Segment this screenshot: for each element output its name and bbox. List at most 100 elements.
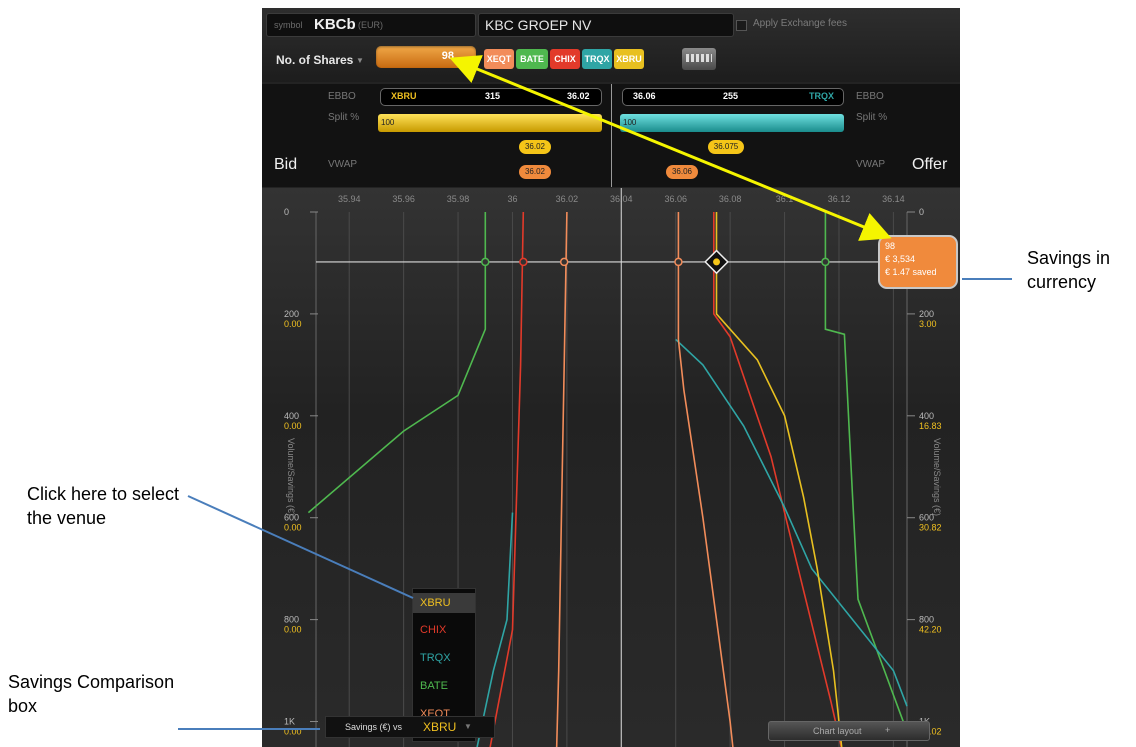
ebbo-bid-size: 315 <box>485 91 501 101</box>
ebbo-label-offer: EBBO <box>856 91 884 102</box>
marker-center-dot <box>713 258 721 266</box>
symbol-value: KBCb <box>314 16 356 33</box>
tooltip-saved: € 1.47 saved <box>885 267 937 277</box>
bid-label: Bid <box>274 156 298 173</box>
chart-layout-button[interactable]: Chart layout + <box>768 721 930 741</box>
chart-canvas[interactable]: 35.94 35.96 35.98 36 36.02 36.04 36.06 36.08 36.… <box>262 188 960 747</box>
symbol-field[interactable]: symbol KBCb (EUR) <box>266 13 476 37</box>
annotation-line: Click here to select <box>27 484 180 504</box>
symbol-label: symbol <box>274 20 303 30</box>
vwap-label-bid: VWAP <box>328 159 358 170</box>
x-tick-label: 35.96 <box>392 194 415 204</box>
ebbo-bid-price: 36.02 <box>567 91 590 101</box>
series-line-bate <box>307 212 487 514</box>
marker-dot <box>674 257 683 267</box>
venue-toggle-bate[interactable]: BATE <box>516 49 548 69</box>
quantity-mode-select[interactable]: No. of Shares <box>276 53 353 67</box>
series-line-xeqt <box>677 212 734 747</box>
savings-venue-select[interactable]: XBRU <box>423 720 456 734</box>
y-saving-left: 0.00 <box>284 625 302 635</box>
quote-panel: Bid Offer EBBO Split % VWAP EBBO Split %… <box>262 84 960 187</box>
x-tick-label: 36.08 <box>719 194 742 204</box>
annotation-savings-currency: Savings in currency <box>1027 246 1110 294</box>
vwap-bid-pill-xbru: 36.02 <box>519 140 551 154</box>
tooltip-shares: 98 <box>885 241 895 251</box>
mid-divider <box>611 84 612 187</box>
ebbo-label-bid: EBBO <box>328 91 356 102</box>
company-name-field: KBC GROEP NV <box>478 13 734 37</box>
y-tick-label-left: 400 <box>284 411 299 421</box>
y-saving-left: 0.00 <box>284 523 302 533</box>
series-line-chix <box>713 212 843 747</box>
venue-toggle-xbru[interactable]: XBRU <box>614 49 644 69</box>
chart-layout-label: Chart layout <box>813 726 862 736</box>
volume-price-chart[interactable]: 35.94 35.96 35.98 36 36.02 36.04 36.06 36.08 36.… <box>262 188 960 747</box>
split-label-bid: Split % <box>328 112 360 123</box>
venue-toggle-chix[interactable]: CHIX <box>550 49 580 69</box>
venue-toggle-xeqt[interactable]: XEQT <box>484 49 514 69</box>
apply-fees-label: Apply Exchange fees <box>753 18 847 29</box>
savings-comparison-box[interactable]: Savings (€) vs XBRU ▼ <box>325 716 495 738</box>
offer-split-bar: 100 <box>620 114 844 132</box>
marker-dot <box>559 257 569 267</box>
venue-option-bate[interactable]: BATE <box>420 680 448 692</box>
tooltip-amount: € 3,534 <box>885 254 915 264</box>
series-line-xeqt <box>555 211 568 747</box>
x-tick-label: 36.06 <box>664 194 687 204</box>
series-line-chix <box>489 211 525 747</box>
y-saving-left: 0.00 <box>284 421 302 431</box>
bid-split-value: 100 <box>381 118 395 127</box>
marker-dot <box>519 257 528 267</box>
annotation-line: currency <box>1027 272 1097 292</box>
split-label-offer: Split % <box>856 112 888 123</box>
ebbo-bid-box: XBRU 315 36.02 <box>380 88 602 106</box>
x-tick-label: 36 <box>507 194 517 204</box>
y-saving-right: 16.83 <box>919 421 942 431</box>
plus-icon: + <box>885 725 891 735</box>
y-tick-label-left: 800 <box>284 615 299 625</box>
y-tick-label-left: 200 <box>284 309 299 319</box>
offer-split-value: 100 <box>623 118 637 127</box>
vwap-label-offer: VWAP <box>856 159 886 170</box>
shares-input[interactable]: 98 <box>376 46 476 68</box>
ebbo-offer-price: 36.06 <box>633 91 656 101</box>
x-tick-label: 35.98 <box>447 194 470 204</box>
series-line-bate <box>824 212 908 732</box>
y-saving-left: 0.00 <box>284 319 302 329</box>
x-tick-label: 36.14 <box>882 194 905 204</box>
venue-option-chix[interactable]: CHIX <box>420 624 446 636</box>
x-tick-label: 35.94 <box>338 194 361 204</box>
marker-dot <box>821 257 830 267</box>
marker-dot <box>481 257 490 267</box>
annotation-line: Savings Comparison <box>8 672 175 692</box>
y-axis-title-right: Volume/Savings (€) <box>932 438 942 516</box>
venue-option-xbru[interactable]: XBRU <box>413 593 475 613</box>
bid-split-bar: 100 <box>378 114 602 132</box>
venue-toggle-trqx[interactable]: TRQX <box>582 49 612 69</box>
chevron-down-icon[interactable]: ▼ <box>356 56 364 65</box>
y-tick-label-right: 200 <box>919 309 934 319</box>
y-saving-right: 42.20 <box>919 625 942 635</box>
company-name: KBC GROEP NV <box>485 17 592 33</box>
x-tick-label: 36.02 <box>556 194 579 204</box>
ebbo-bid-venue: XBRU <box>391 91 417 101</box>
offer-label: Offer <box>912 156 948 173</box>
toolbar: symbol KBCb (EUR) KBC GROEP NV Apply Exc… <box>262 8 960 82</box>
ebbo-offer-size: 255 <box>723 91 739 101</box>
chevron-down-icon[interactable]: ▼ <box>464 722 472 731</box>
y-tick-label-right: 0 <box>919 207 924 217</box>
shares-value: 98 <box>441 50 454 62</box>
y-tick-label-right: 800 <box>919 615 934 625</box>
y-tick-label-left: 0 <box>284 207 289 217</box>
x-tick-label: 36.1 <box>776 194 794 204</box>
y-saving-left: 0.00 <box>284 727 302 737</box>
grid-icon[interactable] <box>682 48 716 70</box>
vwap-offer-pill-xbru: 36.075 <box>708 140 744 154</box>
x-tick-label: 36.12 <box>828 194 851 204</box>
vwap-offer-pill-xeqt: 36.06 <box>666 165 698 179</box>
apply-fees-checkbox[interactable] <box>736 20 747 31</box>
y-saving-right: 30.82 <box>919 523 942 533</box>
venue-option-trqx[interactable]: TRQX <box>420 652 451 664</box>
ebbo-offer-venue: TRQX <box>809 91 835 101</box>
y-axis-title-left: Volume/Savings (€) <box>286 438 296 516</box>
